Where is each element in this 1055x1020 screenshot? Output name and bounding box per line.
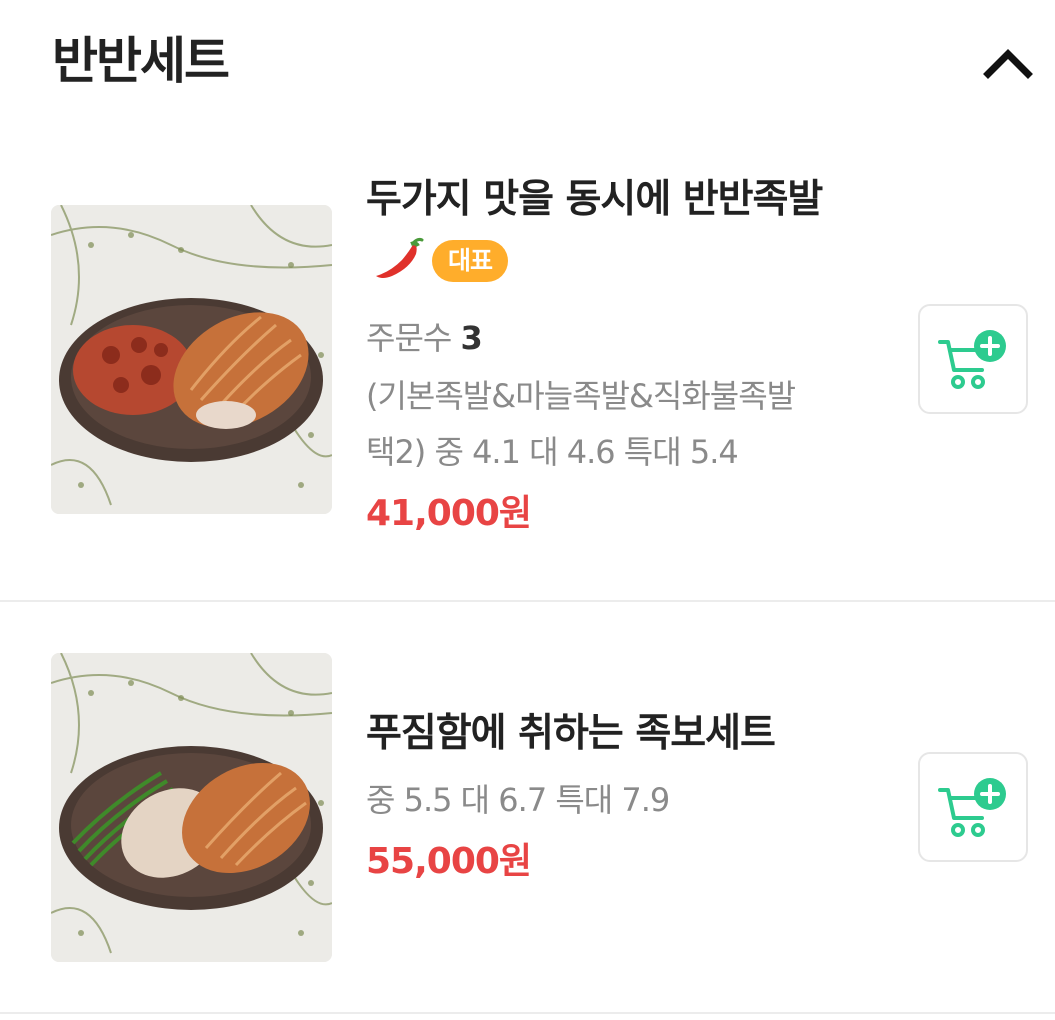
divider (0, 1012, 1055, 1014)
food-photo-image (51, 653, 332, 962)
add-to-cart-icon (938, 778, 1006, 837)
order-count: 주문수 3 (366, 316, 866, 360)
menu-item-price: 55,000원 (366, 841, 532, 882)
menu-item[interactable]: 두가지 맛을 동시에 반반족발대표 주문수 3 (기본족발&마늘족발&직화불족발… (0, 130, 1055, 600)
order-count-value: 3 (460, 319, 483, 357)
add-to-cart-icon (938, 330, 1006, 389)
menu-item-description: 중 5.5 대 6.7 특대 7.9 (366, 781, 670, 819)
menu-item-name[interactable]: 두가지 맛을 동시에 반반족발대표 (366, 168, 866, 296)
menu-item-name-text: 두가지 맛을 동시에 반반족발 (366, 177, 823, 222)
menu-item-info: 푸짐함에 취하는 족보세트 중 5.5 대 6.7 특대 7.9 55,000원 (366, 702, 866, 890)
chili-pepper-icon (372, 236, 426, 280)
menu-item-name[interactable]: 푸짐함에 취하는 족보세트 (366, 702, 866, 766)
menu-item-info: 두가지 맛을 동시에 반반족발대표 주문수 3 (기본족발&마늘족발&직화불족발… (366, 168, 866, 542)
collapse-button[interactable] (976, 32, 1040, 96)
menu-item-price: 41,000원 (366, 493, 532, 534)
add-to-cart-button[interactable] (918, 752, 1028, 862)
menu-item-image[interactable] (51, 653, 332, 962)
section-header[interactable]: 반반세트 (0, 0, 1055, 130)
signature-badge: 대표 (432, 240, 509, 282)
food-photo-image (51, 205, 332, 514)
add-to-cart-button[interactable] (918, 304, 1028, 414)
order-count-label: 주문수 (366, 319, 452, 357)
chevron-up-icon (983, 49, 1033, 79)
menu-item-description: (기본족발&마늘족발&직화불족발 택2) 중 4.1 대 4.6 특대 5.4 (366, 377, 796, 471)
section-title: 반반세트 (52, 32, 230, 90)
menu-item-image[interactable] (51, 205, 332, 514)
menu-page: 반반세트 두가지 맛을 동시에 반반족발 대표 주문수 3 (기본족발&마늘족발… (0, 0, 1055, 1020)
menu-item[interactable]: 푸짐함에 취하는 족보세트 중 5.5 대 6.7 특대 7.9 55,000원 (0, 602, 1055, 1012)
